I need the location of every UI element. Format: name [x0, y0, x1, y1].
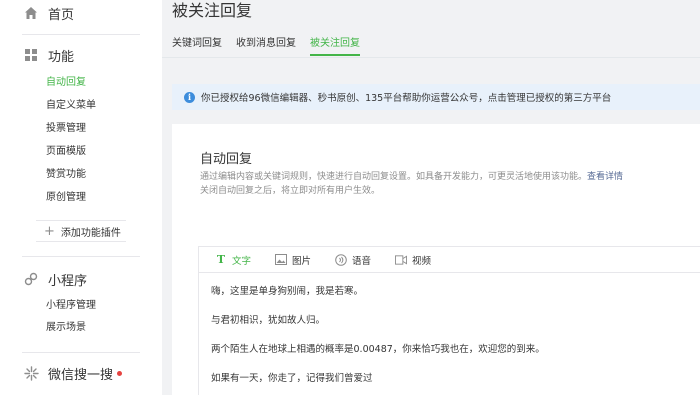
- message-line: 与君初相识，犹如故人归。: [211, 315, 326, 326]
- sidebar-item-appreciation[interactable]: 赞赏功能: [46, 167, 86, 183]
- tool-image-label: 图片: [292, 255, 312, 267]
- tool-video-label: 视频: [412, 255, 432, 267]
- tool-text-label: 文字: [232, 255, 252, 267]
- tab-follow-reply[interactable]: 被关注回复: [310, 36, 360, 56]
- plus-icon: +: [44, 223, 55, 239]
- divider: [22, 256, 140, 257]
- notice-text[interactable]: 你已授权给96微信编辑器、秒书原创、135平台帮助你运营公众号，点击管理已授权的…: [201, 90, 611, 104]
- authorization-notice: i 你已授权给96微信编辑器、秒书原创、135平台帮助你运营公众号，点击管理已授…: [172, 84, 700, 110]
- reply-editor: T 文字 图片 语音 视频 嗨，这里是单身狗别闹，我是若寒。 与君初相识，犹如故…: [198, 246, 700, 395]
- nav-home-label: 首页: [48, 7, 75, 23]
- home-icon: [22, 4, 40, 22]
- tool-image[interactable]: 图片: [275, 253, 311, 267]
- message-line: 嗨，这里是单身狗别闹，我是若寒。: [211, 286, 364, 297]
- tab-keyword-reply[interactable]: 关键词回复: [172, 36, 222, 56]
- nav-features[interactable]: 功能: [22, 44, 74, 66]
- nav-features-label: 功能: [48, 49, 75, 65]
- tool-voice[interactable]: 语音: [335, 253, 371, 267]
- message-line: 两个陌生人在地球上相遇的概率是0.00487，你来恰巧我也在，欢迎您的到来。: [211, 344, 545, 355]
- divider: [22, 34, 140, 35]
- add-plugin-label: 添加功能插件: [60, 227, 121, 239]
- view-details-link[interactable]: 查看详情: [587, 172, 623, 182]
- sidebar-item-page-template[interactable]: 页面模版: [46, 144, 86, 160]
- page-title: 被关注回复: [172, 1, 253, 20]
- text-icon: T: [216, 253, 226, 266]
- voice-icon: [335, 253, 347, 266]
- message-line: 如果有一天，你走了，记得我们曾爱过: [211, 373, 373, 384]
- desc-line-1: 通过编辑内容或关键词规则，快速进行自动回复设置。如具备开发能力，可更灵活地使用该…: [200, 172, 588, 182]
- tool-video[interactable]: 视频: [395, 253, 431, 267]
- nav-search-label: 微信搜一搜: [48, 367, 114, 383]
- sidebar: 首页 功能 自动回复 自定义菜单 投票管理 页面模版 赞赏功能 原创管理 + 添…: [0, 0, 162, 395]
- desc-line-2: 关闭自动回复之后，将立即对所有用户生效。: [200, 186, 381, 196]
- grid-icon: [22, 46, 40, 64]
- nav-search[interactable]: 微信搜一搜: [22, 362, 123, 384]
- panel-title: 自动回复: [200, 152, 253, 167]
- tool-text[interactable]: T 文字: [215, 253, 251, 267]
- divider: [162, 57, 700, 58]
- sidebar-item-custom-menu[interactable]: 自定义菜单: [46, 98, 96, 114]
- sidebar-item-vote[interactable]: 投票管理: [46, 121, 86, 137]
- info-icon: i: [184, 91, 195, 103]
- sidebar-item-miniprogram-manage[interactable]: 小程序管理: [46, 298, 96, 314]
- auto-reply-panel: 自动回复 通过编辑内容或关键词规则，快速进行自动回复设置。如具备开发能力，可更灵…: [172, 124, 700, 395]
- image-icon: [275, 254, 288, 266]
- video-icon: [395, 254, 408, 266]
- link-icon: [22, 270, 40, 288]
- main-area: 被关注回复 关键词回复 收到消息回复 被关注回复 i 你已授权给96微信编辑器、…: [162, 0, 700, 395]
- tab-message-reply[interactable]: 收到消息回复: [236, 36, 296, 56]
- sidebar-item-display-scene[interactable]: 展示场景: [46, 320, 86, 336]
- sidebar-item-original[interactable]: 原创管理: [46, 190, 86, 206]
- sparkle-icon: [22, 364, 40, 382]
- sidebar-item-auto-reply[interactable]: 自动回复: [46, 75, 86, 91]
- add-plugin-button[interactable]: + 添加功能插件: [36, 220, 126, 242]
- message-content[interactable]: 嗨，这里是单身狗别闹，我是若寒。 与君初相识，犹如故人归。 两个陌生人在地球上相…: [211, 285, 545, 395]
- divider: [22, 352, 140, 353]
- panel-description: 通过编辑内容或关键词规则，快速进行自动回复设置。如具备开发能力，可更灵活地使用该…: [200, 170, 680, 198]
- tab-bar: 关键词回复 收到消息回复 被关注回复: [172, 36, 360, 56]
- nav-miniprogram-label: 小程序: [48, 273, 88, 289]
- tool-voice-label: 语音: [352, 255, 372, 267]
- nav-home[interactable]: 首页: [22, 2, 74, 24]
- nav-miniprogram[interactable]: 小程序: [22, 268, 87, 290]
- notification-dot: [117, 370, 123, 376]
- editor-toolbar: T 文字 图片 语音 视频: [199, 247, 700, 273]
